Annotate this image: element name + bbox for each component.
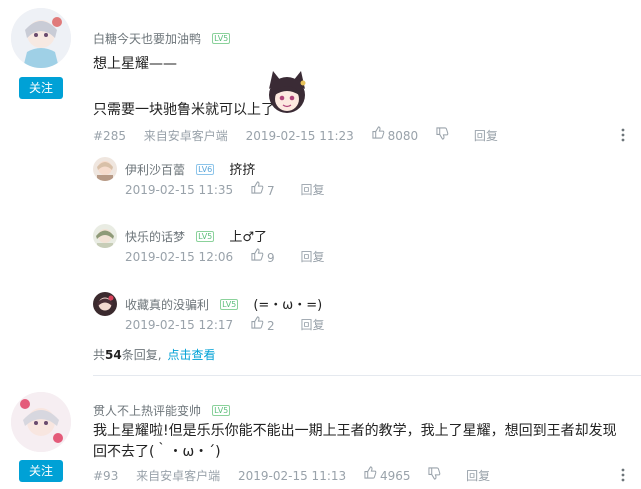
like-count: 7: [266, 183, 275, 198]
like-button[interactable]: 2: [251, 316, 275, 333]
comment2-body: 贯人不上热评能变帅 LV5 我上星耀啦!但是乐乐你能不能出一期上王者的教学，我上…: [93, 400, 629, 485]
reply-info-bar: 2019-02-15 11:35 7 回复: [125, 181, 324, 198]
comment-time: 2019-02-15 11:23: [245, 128, 354, 143]
thumbs-up-icon: [251, 248, 264, 261]
floor-number: #93: [93, 468, 119, 483]
more-replies-count: 54: [105, 348, 122, 362]
avatar[interactable]: [93, 292, 117, 316]
dislike-button[interactable]: [436, 126, 452, 146]
follow-button[interactable]: 关注: [19, 77, 63, 99]
more-options-icon[interactable]: [621, 128, 625, 142]
reply-text: (=・ω・=): [253, 298, 323, 313]
dislike-button[interactable]: [428, 466, 444, 486]
comment1-avatar-column: 关注: [0, 8, 82, 99]
thumbs-up-icon: [372, 126, 384, 139]
reply-item: 收藏真的没骗利 LV5 (=・ω・=) 2019-02-15 12:17 2 回…: [93, 290, 629, 346]
level-badge: LV5: [196, 231, 215, 242]
reply-button[interactable]: 回复: [474, 126, 498, 146]
avatar-illustration-icon: [11, 8, 71, 68]
avatar[interactable]: [93, 157, 117, 181]
reply-text: 挤挤: [229, 163, 256, 178]
thumbs-down-icon: [436, 126, 449, 140]
comment-divider: [93, 375, 641, 376]
view-more-replies-link[interactable]: 点击查看: [168, 348, 216, 362]
reply-info-bar: 2019-02-15 12:06 9 回复: [125, 248, 324, 265]
avatar-illustration-icon: [93, 292, 117, 316]
reply-item: 伊利沙百蕾 LV6 挤挤 2019-02-15 11:35 7 回复: [93, 155, 629, 211]
avatar-illustration-icon: [11, 392, 71, 452]
avatar[interactable]: [11, 8, 71, 68]
reply-time: 2019-02-15 12:17: [125, 317, 234, 332]
reply-username[interactable]: 快乐的话梦: [125, 230, 185, 244]
more-replies-suffix: 条回复,: [121, 348, 162, 362]
avatar-illustration-icon: [93, 224, 117, 248]
avatar-illustration-icon: [93, 157, 117, 181]
comment-info-bar: #93 来自安卓客户端 2019-02-15 11:13 4965 回复: [93, 465, 629, 485]
comment-username[interactable]: 贯人不上热评能变帅: [93, 402, 201, 419]
like-count: 8080: [387, 128, 419, 143]
comment-time: 2019-02-15 11:13: [238, 468, 347, 483]
avatar[interactable]: [11, 392, 71, 452]
thumbs-up-icon: [251, 181, 264, 194]
like-count: 9: [266, 250, 275, 265]
reply-button[interactable]: 回复: [466, 466, 490, 486]
comment-text: 我上星耀啦!但是乐乐你能不能出一期上王者的教学，我上了星耀，想回到王者却发现回不…: [93, 423, 617, 460]
floor-number: #285: [93, 128, 126, 143]
reply-button[interactable]: 回复: [300, 248, 324, 265]
comment2-avatar-column: 关注: [0, 392, 82, 482]
comment1-body: 白糖今天也要加油鸭 LV5 想上星耀—— 只需要一块驰鲁米就可以上了 #285 …: [93, 28, 629, 145]
reply-item: 快乐的话梦 LV5 上♂了 2019-02-15 12:06 9 回复: [93, 222, 629, 278]
sticker-catgirl-icon: [269, 71, 306, 113]
thumbs-up-icon: [251, 316, 264, 329]
more-replies-prefix: 共: [93, 348, 106, 362]
thumbs-up-icon: [364, 466, 377, 479]
comment-username[interactable]: 白糖今天也要加油鸭: [93, 30, 201, 47]
comment-text-line1: 想上星耀——: [93, 56, 177, 72]
like-button[interactable]: 4965: [364, 465, 411, 486]
reply-button[interactable]: 回复: [300, 181, 324, 198]
comment-source: 来自安卓客户端: [143, 128, 228, 143]
comment-source: 来自安卓客户端: [136, 468, 221, 483]
like-button[interactable]: 7: [251, 181, 275, 198]
level-badge: LV5: [220, 299, 239, 310]
like-count: 2: [266, 318, 275, 333]
reply-button[interactable]: 回复: [300, 316, 324, 333]
avatar[interactable]: [93, 224, 117, 248]
reply-time: 2019-02-15 11:35: [125, 182, 234, 197]
reply-username[interactable]: 收藏真的没骗利: [125, 298, 209, 312]
thumbs-down-icon: [428, 466, 441, 480]
like-button[interactable]: 9: [251, 248, 275, 265]
reply-username[interactable]: 伊利沙百蕾: [125, 163, 185, 177]
reply-info-bar: 2019-02-15 12:17 2 回复: [125, 316, 324, 333]
reply-time: 2019-02-15 12:06: [125, 249, 234, 264]
level-badge: LV5: [212, 33, 231, 44]
follow-button[interactable]: 关注: [19, 460, 63, 482]
more-options-icon[interactable]: [621, 468, 625, 482]
more-replies-row: 共54条回复, 点击查看: [93, 346, 216, 363]
like-button[interactable]: 8080: [372, 125, 419, 146]
comment-text-line2: 只需要一块驰鲁米就可以上了: [93, 102, 275, 118]
comment-info-bar: #285 来自安卓客户端 2019-02-15 11:23 8080 回复: [93, 125, 629, 145]
level-badge: LV6: [196, 164, 215, 175]
reply-text: 上♂了: [229, 230, 267, 245]
like-count: 4965: [379, 468, 411, 483]
level-badge: LV5: [212, 405, 231, 416]
